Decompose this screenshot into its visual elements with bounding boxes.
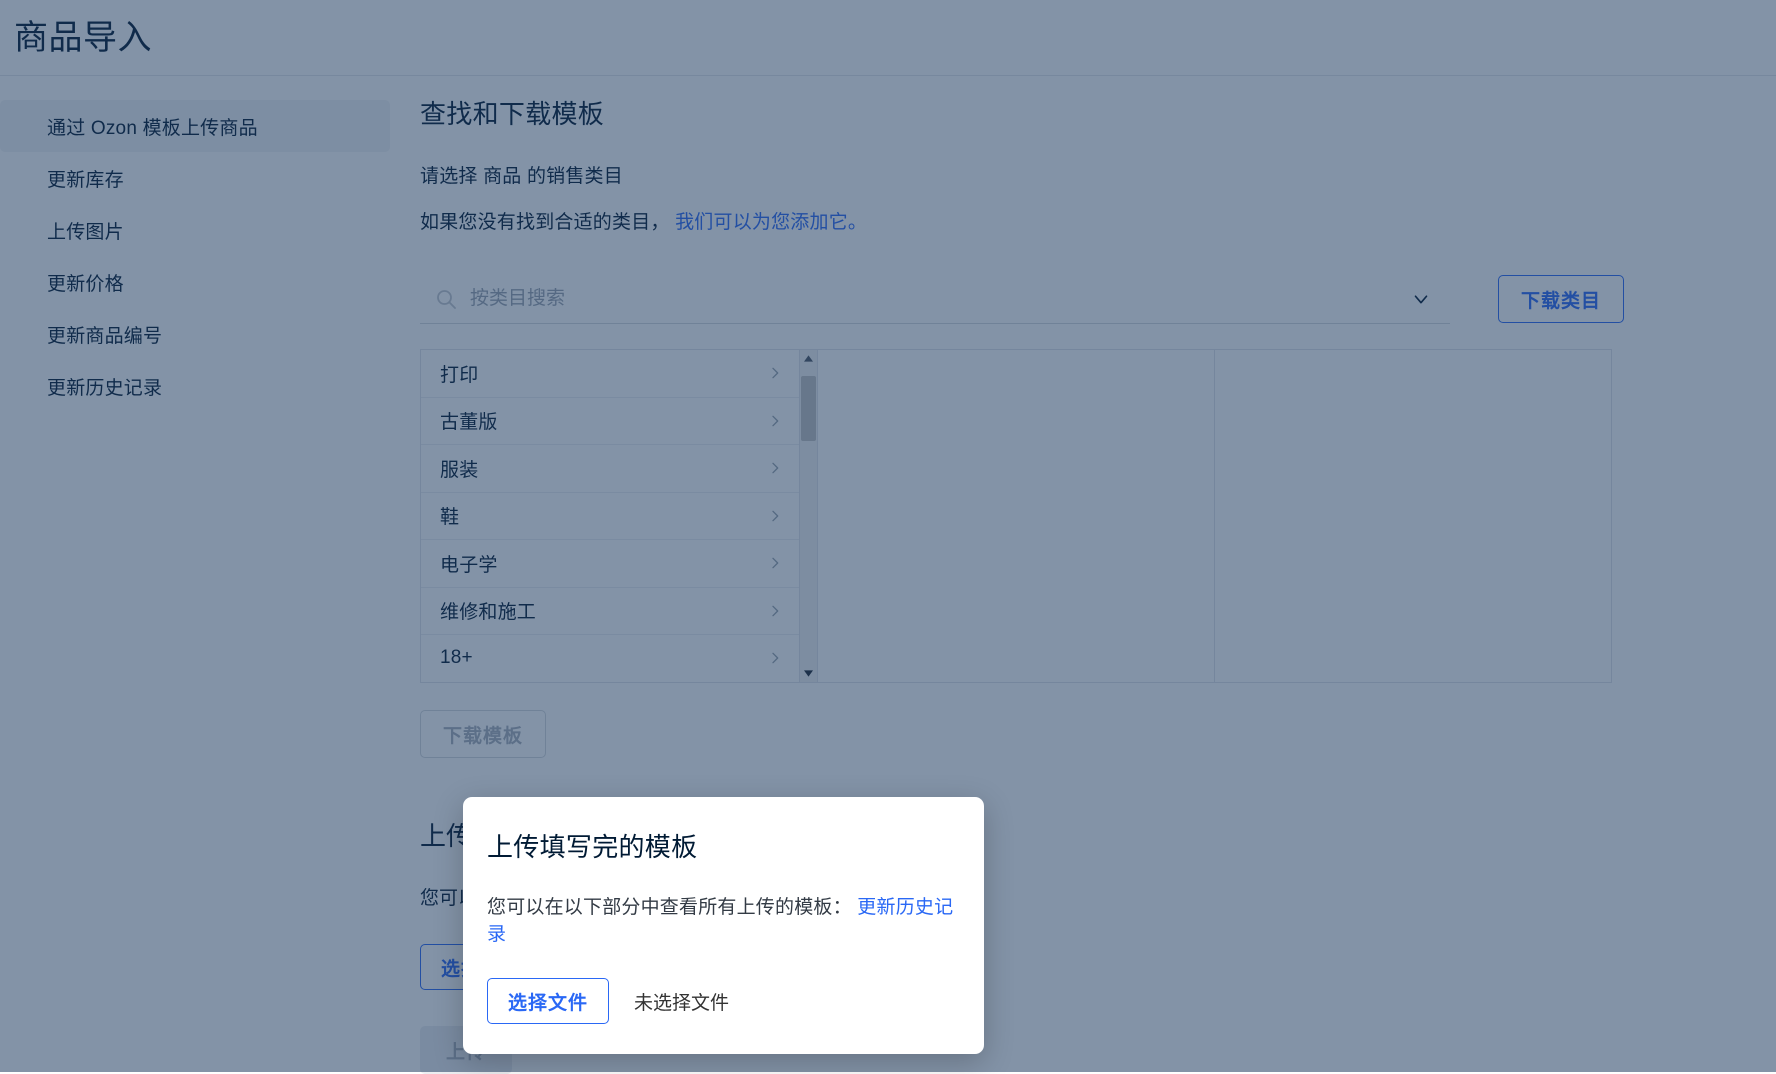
modal-title: 上传填写完的模板	[487, 832, 698, 862]
modal-description: 您可以在以下部分中查看所有上传的模板： 更新历史记录	[487, 892, 960, 946]
upload-template-modal: 上传填写完的模板 您可以在以下部分中查看所有上传的模板： 更新历史记录 选择文件…	[463, 797, 984, 1054]
modal-description-prefix: 您可以在以下部分中查看所有上传的模板：	[487, 897, 852, 918]
modal-file-picker-row: 选择文件 未选择文件	[487, 978, 960, 1024]
modal-file-status-label: 未选择文件	[634, 992, 730, 1014]
modal-choose-file-button[interactable]: 选择文件	[487, 978, 610, 1024]
